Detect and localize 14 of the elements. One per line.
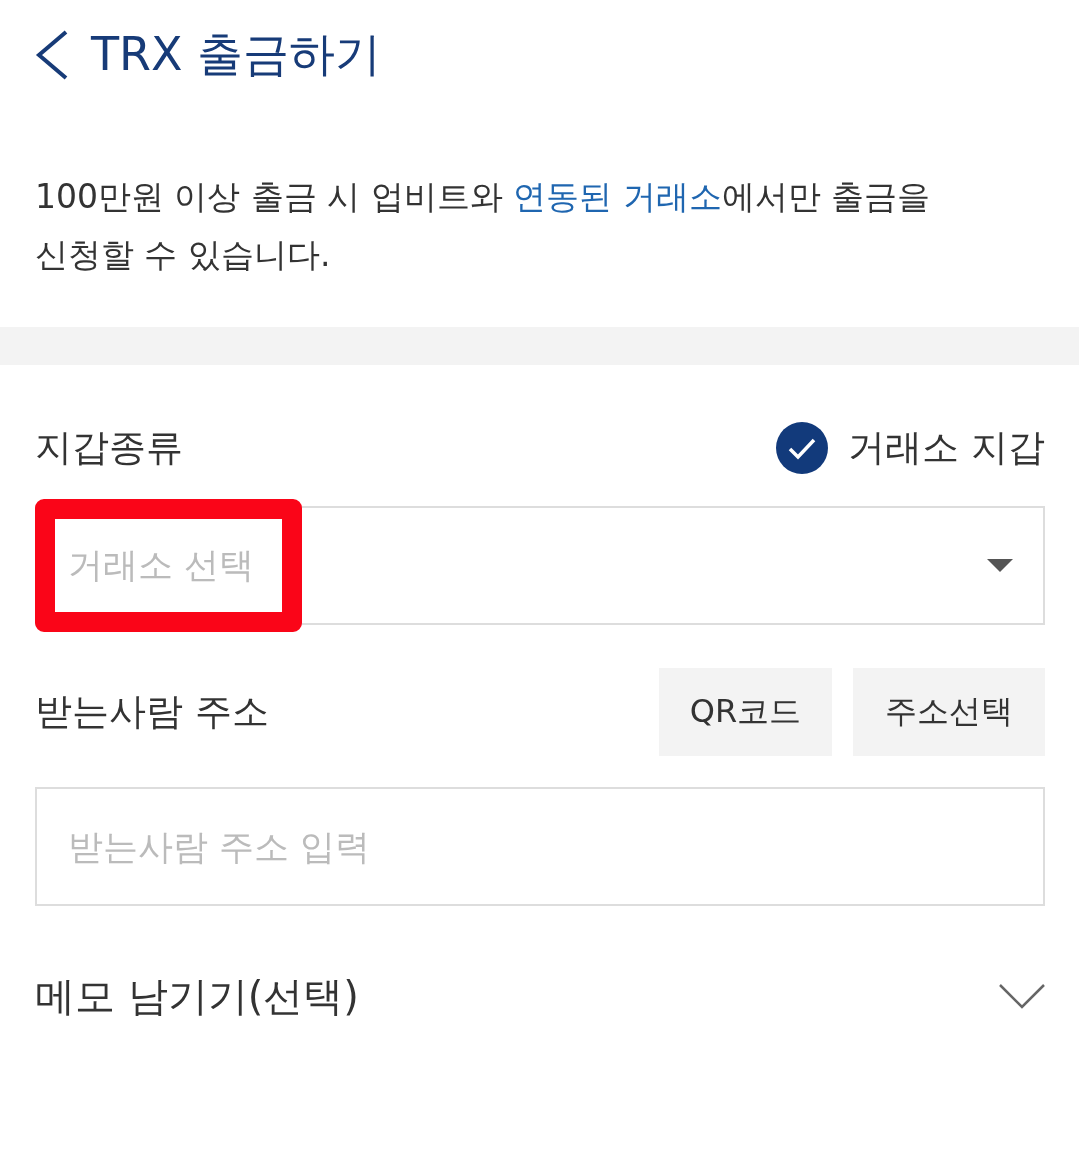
chevron-down-icon[interactable] <box>999 983 1045 1009</box>
action-button[interactable]: 주소선택 <box>853 668 1045 756</box>
memo-label[interactable]: 메모 남기기(선택) <box>35 968 359 1024</box>
linked-exchange-link[interactable]: 연동된 거래소 <box>513 177 722 216</box>
checkbox-label: 거래소 지갑 <box>848 425 1045 471</box>
action-button[interactable]: QR코드 <box>659 668 832 756</box>
recipient-label: 받는사람 주소 <box>35 689 269 735</box>
caret-icon <box>987 559 1013 572</box>
checkbox-icon[interactable] <box>776 422 829 474</box>
wallet-type-label: 지갑종류 <box>35 425 183 471</box>
notice-text: 100만원 이상 출금 시 업비트와 연동된 거래소에서만 출금을 신청할 수 있습니다. <box>35 176 932 276</box>
back-icon[interactable] <box>35 30 69 80</box>
page-title: TRX 출금하기 <box>91 27 382 83</box>
address-input[interactable]: 받는사람 주소 입력 <box>35 787 1045 906</box>
